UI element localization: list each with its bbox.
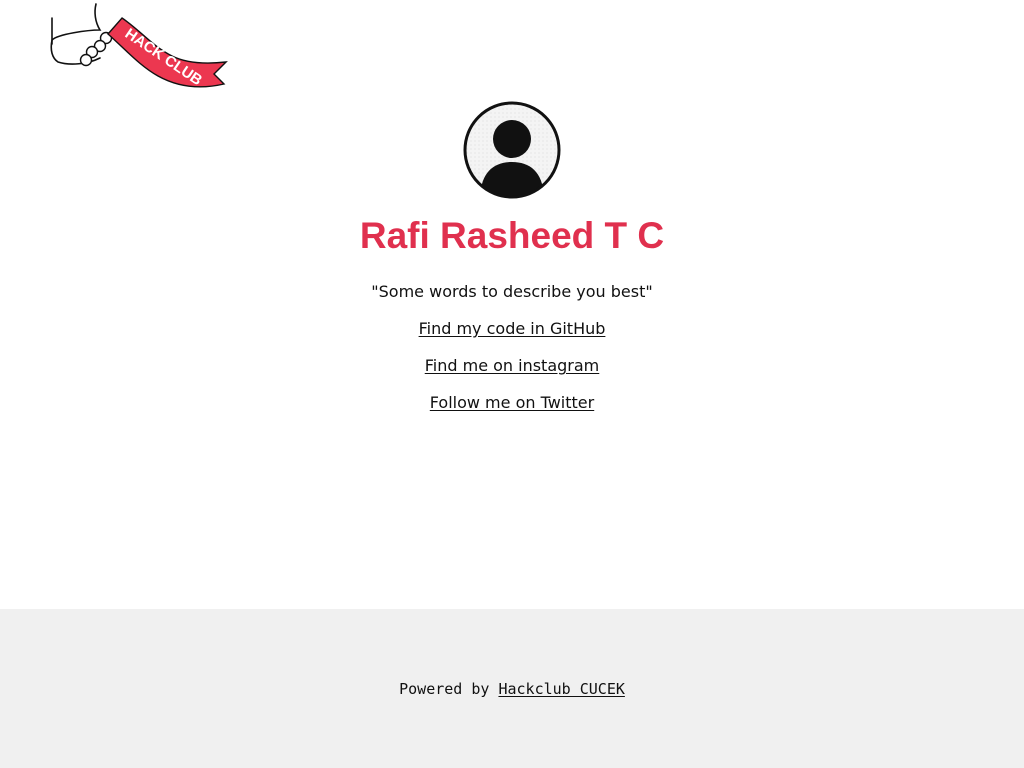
twitter-link[interactable]: Follow me on Twitter [430, 393, 594, 412]
footer-prefix: Powered by [399, 680, 490, 698]
footer: Powered by Hackclub CUCEK [0, 609, 1024, 768]
list-item: Follow me on Twitter [0, 393, 1024, 430]
social-links: Find my code in GitHub Find me on instag… [0, 319, 1024, 430]
footer-text: Powered by Hackclub CUCEK [0, 679, 1024, 699]
user-silhouette-icon [463, 101, 561, 199]
profile-section: Rafi Rasheed T C "Some words to describe… [0, 100, 1024, 430]
github-link[interactable]: Find my code in GitHub [419, 319, 606, 338]
profile-name: Rafi Rasheed T C [359, 215, 665, 256]
list-item: Find me on instagram [0, 356, 1024, 393]
instagram-link[interactable]: Find me on instagram [425, 356, 600, 375]
flag-icon: HACK CLUB [50, 3, 228, 89]
profile-tagline: "Some words to describe you best" [371, 282, 653, 301]
avatar [462, 100, 562, 200]
hackclub-flag-logo[interactable]: HACK CLUB [48, 0, 230, 92]
list-item: Find my code in GitHub [0, 319, 1024, 356]
hackclub-cucek-link[interactable]: Hackclub CUCEK [498, 680, 624, 698]
